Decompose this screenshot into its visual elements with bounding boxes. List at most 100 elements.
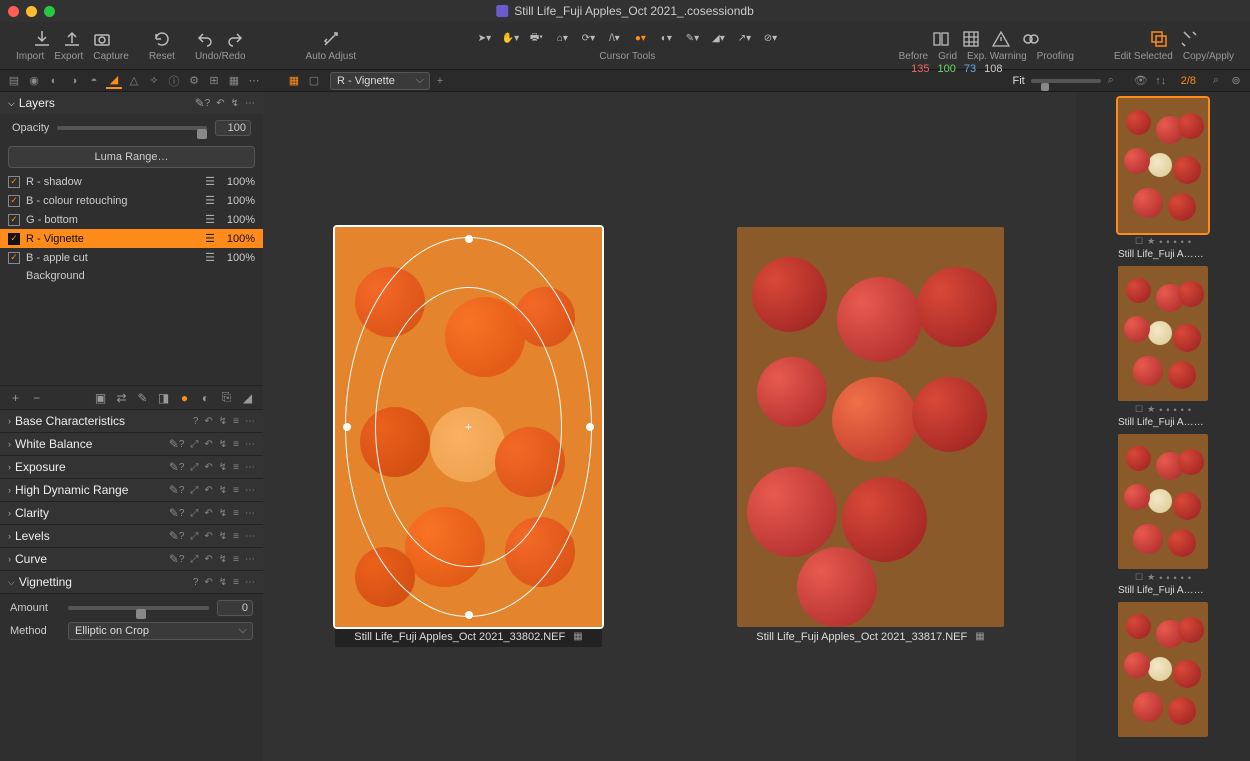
- layer-checkbox[interactable]: ✓: [8, 214, 20, 226]
- tab-adjust-icon[interactable]: ◢: [106, 73, 122, 89]
- tab-batch-icon[interactable]: ▦: [226, 73, 242, 89]
- luma-range-button[interactable]: Luma Range…: [8, 146, 255, 168]
- menu-icon[interactable]: ⋯: [245, 508, 255, 519]
- menu-icon[interactable]: ⋯: [245, 485, 255, 496]
- tab-output-icon[interactable]: ⚙: [186, 73, 202, 89]
- layer-settings-icon[interactable]: ☰: [205, 213, 215, 226]
- rating-row[interactable]: ☐★•••••: [1118, 572, 1208, 583]
- reset-icon[interactable]: ↶: [204, 554, 212, 565]
- editselected-icon[interactable]: [1149, 29, 1169, 49]
- zoom-search-icon[interactable]: ⌕: [1103, 73, 1119, 89]
- amount-slider[interactable]: [68, 606, 209, 610]
- undo-icon[interactable]: [195, 29, 215, 49]
- layer-settings-icon[interactable]: ☰: [205, 251, 215, 264]
- preset-menu-icon[interactable]: ≡: [233, 462, 239, 473]
- menu-icon[interactable]: ⋯: [245, 416, 255, 427]
- layer-checkbox[interactable]: ✓: [8, 233, 20, 245]
- help-icon[interactable]: ?: [179, 485, 185, 496]
- reset-icon[interactable]: ↶: [204, 485, 212, 496]
- tab-more-icon[interactable]: ⋯: [246, 73, 262, 89]
- before-icon[interactable]: [931, 29, 951, 49]
- zoom-slider[interactable]: [1031, 79, 1101, 83]
- caption-settings-icon[interactable]: ▦: [975, 631, 984, 642]
- tab-quick-icon[interactable]: ⊞: [206, 73, 222, 89]
- expwarning-icon[interactable]: [991, 29, 1011, 49]
- picker-icon[interactable]: ⤢: [190, 462, 198, 473]
- preset-icon[interactable]: ↯: [219, 462, 227, 473]
- layer-settings-icon[interactable]: ☰: [205, 194, 215, 207]
- layer-brush-icon[interactable]: ✎: [195, 96, 205, 110]
- reset-icon[interactable]: ↶: [204, 508, 212, 519]
- view-multi-icon[interactable]: ▦: [286, 73, 302, 89]
- tool-section-curve[interactable]: › Curve✎ ? ⤢ ↶ ↯ ≡ ⋯: [0, 548, 263, 571]
- reset-icon[interactable]: [152, 29, 172, 49]
- menu-icon[interactable]: ⋯: [245, 577, 255, 588]
- menu-icon[interactable]: ⋯: [245, 98, 255, 109]
- brush-icon[interactable]: ✎: [169, 460, 179, 474]
- thumbnail[interactable]: ☐★••••• Still Life_Fuji A…2021_33817.NEF: [1118, 434, 1208, 596]
- brush-icon[interactable]: ✎: [169, 506, 179, 520]
- thumbnail[interactable]: ☐★••••• Still Life_Fuji A…021_33802.NEF: [1118, 98, 1208, 260]
- picker-icon[interactable]: ⤢: [190, 439, 198, 450]
- preset-icon[interactable]: ↯: [219, 577, 227, 588]
- thumbnail[interactable]: ☐★••••• Still Life_Fuji A…021_33816.NEF: [1118, 266, 1208, 428]
- tab-capture-icon[interactable]: ◉: [26, 73, 42, 89]
- help-icon[interactable]: ?: [179, 439, 185, 450]
- copyapply-icon[interactable]: [1179, 29, 1199, 49]
- reset-icon[interactable]: ↶: [204, 462, 212, 473]
- layer-settings-icon[interactable]: ☰: [205, 175, 215, 188]
- tab-library-icon[interactable]: ▤: [6, 73, 22, 89]
- brush-icon[interactable]: ✎: [169, 437, 179, 451]
- hand-tool-icon[interactable]: ✋▾: [501, 29, 519, 47]
- brush-icon[interactable]: ✎: [169, 483, 179, 497]
- heal-tool-icon[interactable]: ◐▾: [657, 29, 675, 47]
- mask-brush-icon[interactable]: ✎: [135, 390, 150, 405]
- preview-2[interactable]: Still Life_Fuji Apples_Oct 2021_33817.NE…: [737, 227, 1004, 647]
- brush-icon[interactable]: ✎: [169, 529, 179, 543]
- tab-lens-icon[interactable]: ◐: [46, 73, 62, 89]
- help-icon[interactable]: ?: [179, 508, 185, 519]
- tab-metadata-icon[interactable]: ⓘ: [166, 73, 182, 89]
- mask-clone-icon[interactable]: ⎘: [219, 390, 234, 405]
- method-select[interactable]: Elliptic on Crop: [68, 622, 253, 640]
- menu-icon[interactable]: ⋯: [245, 462, 255, 473]
- picker-icon[interactable]: ⤢: [190, 508, 198, 519]
- spot-tool-icon[interactable]: ●▾: [631, 29, 649, 47]
- layer-row[interactable]: ✓R - Vignette☰100%: [0, 229, 263, 248]
- help-icon[interactable]: ?: [179, 462, 185, 473]
- tab-exposure-icon[interactable]: ◓: [86, 73, 102, 89]
- caption-settings-icon[interactable]: ▦: [573, 631, 582, 642]
- tab-color-icon[interactable]: ◑: [66, 73, 82, 89]
- preset-menu-icon[interactable]: ≡: [233, 439, 239, 450]
- mask-copy-icon[interactable]: ▣: [93, 390, 108, 405]
- canvas[interactable]: + Still Life_Fuji Apples_Oct 2021_33802.…: [263, 92, 1076, 761]
- tab-styles-icon[interactable]: ✧: [146, 73, 162, 89]
- layer-settings-icon[interactable]: ☰: [205, 232, 215, 245]
- tool-section-white-balance[interactable]: › White Balance✎ ? ⤢ ↶ ↯ ≡ ⋯: [0, 433, 263, 456]
- tab-details-icon[interactable]: △: [126, 73, 142, 89]
- capture-icon[interactable]: [92, 29, 112, 49]
- menu-icon[interactable]: ⋯: [245, 531, 255, 542]
- layers-panel-header[interactable]: ⌵ Layers ✎ ? ↶ ↯ ⋯: [0, 92, 263, 114]
- remove-icon[interactable]: −: [29, 390, 44, 405]
- tool-section-exposure[interactable]: › Exposure✎ ? ⤢ ↶ ↯ ≡ ⋯: [0, 456, 263, 479]
- picker-icon[interactable]: ⤢: [190, 531, 198, 542]
- preset-menu-icon[interactable]: ≡: [233, 554, 239, 565]
- tool-section-high-dynamic-range[interactable]: › High Dynamic Range✎ ? ⤢ ↶ ↯ ≡ ⋯: [0, 479, 263, 502]
- help-icon[interactable]: ?: [179, 531, 185, 542]
- layer-row[interactable]: ✓G - bottom☰100%: [0, 210, 263, 229]
- layer-row[interactable]: ✓B - colour retouching☰100%: [0, 191, 263, 210]
- mask-invert-icon[interactable]: ⇄: [114, 390, 129, 405]
- opacity-value[interactable]: 100: [215, 120, 251, 136]
- preset-menu-icon[interactable]: ≡: [233, 531, 239, 542]
- browser-settings-icon[interactable]: ⊚: [1228, 73, 1244, 89]
- grid-icon[interactable]: [961, 29, 981, 49]
- layer-row[interactable]: Background: [0, 267, 263, 285]
- preset-icon[interactable]: ↯: [219, 439, 227, 450]
- browser-vis-icon[interactable]: 👁: [1133, 73, 1149, 89]
- reset-icon[interactable]: ↶: [204, 577, 212, 588]
- add-icon[interactable]: +: [8, 390, 23, 405]
- layer-row[interactable]: ✓R - shadow☰100%: [0, 172, 263, 191]
- preset-icon[interactable]: ↯: [231, 98, 239, 109]
- picker-icon[interactable]: ⤢: [190, 485, 198, 496]
